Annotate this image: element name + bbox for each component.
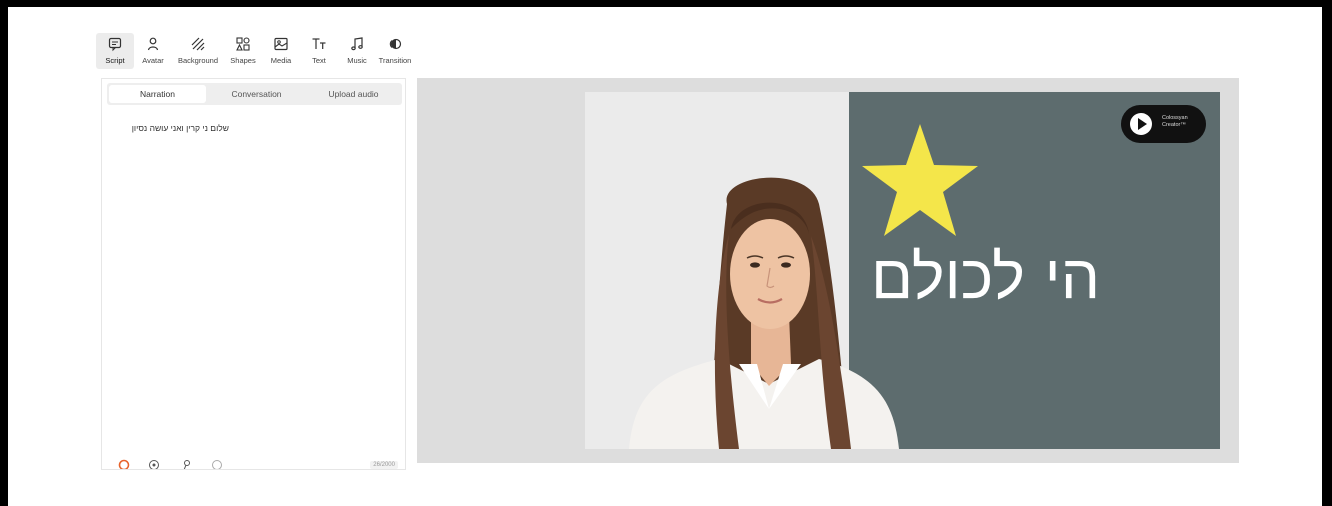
toolbar-avatar-button[interactable]: Avatar — [134, 33, 172, 69]
toolbar-music-button[interactable]: Music — [338, 33, 376, 69]
toolbar-shapes-button[interactable]: Shapes — [224, 33, 262, 69]
toolbar-label: Background — [177, 56, 219, 65]
toolbar-label: Avatar — [142, 56, 164, 65]
character-counter: 26/2000 — [370, 461, 398, 469]
shapes-icon — [236, 37, 250, 51]
voice-icon[interactable] — [118, 459, 130, 470]
logo-text: Colossyan Creator™ — [1162, 115, 1202, 129]
app-window: Script Avatar Background Shapes Media Te… — [8, 7, 1322, 506]
toolbar-label: Text — [312, 56, 326, 65]
toolbar-label: Music — [347, 56, 367, 65]
toolbar-label: Script — [105, 56, 125, 65]
toolbar-label: Shapes — [230, 56, 256, 65]
toolbar-label: Media — [270, 56, 292, 65]
media-icon — [274, 37, 288, 51]
script-panel: Narration Conversation Upload audio שלום… — [101, 78, 406, 470]
smiley-icon[interactable] — [211, 459, 223, 470]
emoji-icon[interactable] — [148, 459, 160, 470]
tab-narration[interactable]: Narration — [109, 85, 206, 103]
canvas-area: הי לכולם Colossyan Creator™ — [417, 78, 1239, 463]
tab-conversation[interactable]: Conversation — [208, 83, 305, 105]
script-bottom-bar: 26/2000 — [112, 459, 402, 470]
avatar-icon — [147, 37, 159, 51]
toolbar-media-button[interactable]: Media — [262, 33, 300, 69]
script-tabs: Narration Conversation Upload audio — [107, 83, 402, 105]
background-icon — [191, 37, 205, 51]
colossyan-logo: Colossyan Creator™ — [1121, 105, 1206, 143]
slide-headline[interactable]: הי לכולם — [871, 240, 1161, 313]
logo-line-1: Colossyan — [1162, 115, 1188, 121]
text-icon — [312, 38, 326, 49]
star-shape[interactable] — [858, 122, 982, 240]
music-icon — [351, 37, 363, 51]
transition-icon — [389, 38, 402, 50]
tab-upload-audio[interactable]: Upload audio — [305, 83, 402, 105]
toolbar-transition-button[interactable]: Transition — [376, 33, 414, 69]
toolbar-text-button[interactable]: Text — [300, 33, 338, 69]
script-icon — [108, 37, 122, 52]
logo-line-2: Creator™ — [1162, 122, 1186, 128]
editor-toolbar: Script Avatar Background Shapes Media Te… — [96, 33, 414, 73]
slide-preview[interactable]: הי לכולם Colossyan Creator™ — [585, 92, 1220, 449]
toolbar-background-button[interactable]: Background — [172, 33, 224, 69]
script-text-editor[interactable]: שלום ני קרין ואני עושה נסיון — [132, 123, 229, 133]
play-logo-icon — [1130, 113, 1152, 135]
pause-icon[interactable] — [181, 459, 193, 470]
toolbar-script-button[interactable]: Script — [96, 33, 134, 69]
toolbar-label: Transition — [378, 56, 412, 65]
